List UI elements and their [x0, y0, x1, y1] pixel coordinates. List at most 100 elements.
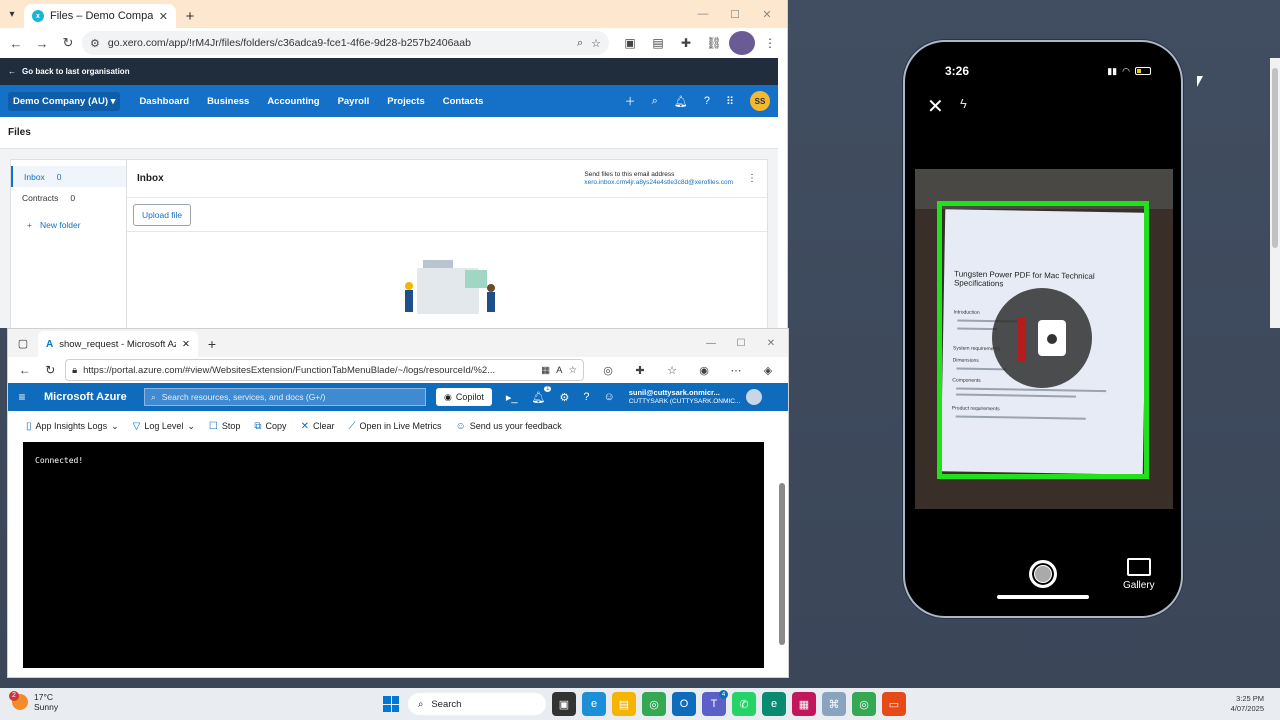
- bookmark-star-icon[interactable]: ☆: [591, 37, 601, 50]
- help-icon[interactable]: ?: [583, 391, 589, 404]
- profile-avatar[interactable]: ◉: [690, 364, 718, 377]
- flash-icon[interactable]: ϟ: [960, 96, 967, 111]
- app-available-icon[interactable]: ▦: [541, 365, 550, 376]
- back-button[interactable]: ←: [4, 31, 28, 55]
- hamburger-menu-icon[interactable]: ≡: [8, 390, 36, 404]
- chrome-tab-xero[interactable]: x Files – Demo Company (AU) – X ✕: [24, 4, 176, 28]
- app-insights-logs-dropdown[interactable]: ▯ App Insights Logs ⌄: [26, 421, 119, 432]
- copy-button[interactable]: ⧉ Copy: [254, 421, 286, 432]
- back-to-org-link[interactable]: Go back to last organisation: [22, 67, 130, 76]
- address-bar[interactable]: ⚙ go.xero.com/app/!rM4Jr/files/folders/c…: [82, 31, 609, 55]
- cloud-shell-icon[interactable]: ▸_: [506, 391, 518, 404]
- close-icon[interactable]: ✕: [182, 339, 190, 350]
- minimize-button[interactable]: —: [696, 329, 726, 357]
- new-tab-button[interactable]: +: [176, 4, 204, 28]
- more-options-icon[interactable]: ⋮: [747, 173, 757, 184]
- pdf-app-icon[interactable]: ▭: [882, 692, 906, 716]
- system-clock[interactable]: 3:25 PM 4/07/2025: [1231, 694, 1264, 714]
- minimize-button[interactable]: —: [687, 0, 719, 28]
- open-live-metrics-button[interactable]: ⟋ Open in Live Metrics: [348, 421, 441, 432]
- read-aloud-icon[interactable]: A: [556, 365, 562, 376]
- azure-brand[interactable]: Microsoft Azure: [36, 391, 144, 403]
- stop-button[interactable]: ☐ Stop: [209, 421, 240, 432]
- folder-inbox[interactable]: Inbox 0: [11, 166, 126, 187]
- start-button[interactable]: [380, 693, 402, 715]
- address-bar[interactable]: 🔒︎ https://portal.azure.com/#view/Websit…: [65, 359, 584, 381]
- edge-icon[interactable]: e: [582, 692, 606, 716]
- feedback-icon[interactable]: ☺: [603, 391, 614, 404]
- network-app-icon[interactable]: ⌘: [822, 692, 846, 716]
- chrome-scrollbar[interactable]: [1270, 58, 1280, 328]
- tab-actions-icon[interactable]: ▢: [8, 329, 38, 357]
- copilot-button[interactable]: ◉ Copilot: [436, 388, 492, 406]
- maximize-button[interactable]: ☐: [726, 329, 756, 357]
- edge-tab-azure[interactable]: A show_request - Microsoft Azure ✕: [38, 331, 198, 357]
- extension-icon[interactable]: ▣: [617, 31, 643, 55]
- teams-icon[interactable]: T4: [702, 690, 728, 716]
- reload-button[interactable]: ↻: [40, 363, 62, 377]
- link-icon[interactable]: ⛓: [701, 31, 727, 55]
- app-icon[interactable]: ▦: [792, 692, 816, 716]
- file-explorer-icon[interactable]: ▤: [612, 692, 636, 716]
- close-window-button[interactable]: ✕: [751, 0, 783, 28]
- taskbar-search[interactable]: ⌕ Search: [408, 693, 546, 715]
- extension-icon[interactable]: ◎: [594, 364, 622, 377]
- new-tab-button[interactable]: +: [198, 331, 226, 357]
- extensions-puzzle-icon[interactable]: ✚: [626, 364, 654, 377]
- nav-dashboard[interactable]: Dashboard: [132, 96, 196, 107]
- upload-file-button[interactable]: Upload file: [133, 203, 192, 226]
- email-address[interactable]: xero.inbox.crm4jr.a8ys24e4stle3c8d@xerof…: [584, 179, 733, 187]
- nav-business[interactable]: Business: [200, 96, 256, 107]
- chrome-icon[interactable]: ◎: [642, 692, 666, 716]
- folder-contracts[interactable]: Contracts 0: [11, 187, 126, 208]
- zoom-icon[interactable]: ⌕: [577, 37, 583, 50]
- weather-widget[interactable]: 2 17°C Sunny: [9, 691, 58, 712]
- edge-scrollbar[interactable]: [777, 439, 787, 675]
- azure-account[interactable]: sunil@cuttysark.onmicr... CUTTYSARK (CUT…: [629, 388, 741, 406]
- back-button[interactable]: ←: [14, 363, 36, 377]
- new-folder-button[interactable]: + New folder: [11, 220, 126, 230]
- add-icon[interactable]: ＋: [625, 93, 636, 109]
- settings-more-icon[interactable]: ⋯: [722, 364, 750, 377]
- org-switcher[interactable]: Demo Company (AU) ▾: [8, 91, 121, 111]
- nav-payroll[interactable]: Payroll: [331, 96, 377, 107]
- site-info-icon[interactable]: ⚙: [90, 37, 100, 50]
- nav-projects[interactable]: Projects: [380, 96, 432, 107]
- notifications-bell-icon[interactable]: 🔔︎ 1: [532, 385, 552, 404]
- home-indicator[interactable]: [997, 595, 1089, 599]
- shutter-button[interactable]: [1029, 560, 1057, 588]
- outlook-icon[interactable]: O: [672, 692, 696, 716]
- chrome-profile-icon[interactable]: ◎: [852, 692, 876, 716]
- maximize-button[interactable]: ☐: [719, 0, 751, 28]
- azure-search-input[interactable]: ⌕ Search resources, services, and docs (…: [144, 388, 426, 406]
- forward-button[interactable]: →: [30, 31, 54, 55]
- nav-contacts[interactable]: Contacts: [436, 96, 491, 107]
- puzzle-icon[interactable]: ✚: [673, 31, 699, 55]
- edge-dev-icon[interactable]: e: [762, 692, 786, 716]
- favorites-icon[interactable]: ☆: [658, 364, 686, 377]
- task-view-icon[interactable]: ▣: [552, 692, 576, 716]
- tab-search-icon[interactable]: ▾: [0, 0, 24, 28]
- capture-overlay[interactable]: [992, 288, 1092, 388]
- help-icon[interactable]: ?: [704, 95, 710, 107]
- azure-user-avatar[interactable]: [746, 389, 763, 405]
- clear-button[interactable]: ✕ Clear: [301, 421, 335, 432]
- close-camera-icon[interactable]: ✕: [927, 94, 944, 119]
- whatsapp-icon[interactable]: ✆: [732, 692, 756, 716]
- apps-grid-icon[interactable]: ⠿: [726, 95, 734, 108]
- log-level-dropdown[interactable]: ▽ Log Level ⌄: [133, 421, 195, 432]
- feedback-button[interactable]: ☺ Send us your feedback: [456, 421, 562, 432]
- reload-button[interactable]: ↻: [56, 31, 80, 55]
- nav-accounting[interactable]: Accounting: [260, 96, 326, 107]
- log-console[interactable]: Connected!: [23, 442, 764, 668]
- profile-avatar[interactable]: [729, 31, 755, 55]
- search-icon[interactable]: ⌕: [652, 95, 658, 108]
- close-window-button[interactable]: ✕: [756, 329, 786, 357]
- user-avatar[interactable]: SS: [750, 91, 770, 111]
- settings-gear-icon[interactable]: ⚙: [559, 391, 569, 404]
- gallery-button[interactable]: Gallery: [1123, 558, 1155, 591]
- chrome-menu-icon[interactable]: ⋮: [757, 31, 783, 55]
- close-icon[interactable]: ✕: [159, 10, 168, 23]
- copilot-sidebar-icon[interactable]: ◈: [754, 364, 782, 377]
- favorite-star-icon[interactable]: ☆: [568, 365, 577, 376]
